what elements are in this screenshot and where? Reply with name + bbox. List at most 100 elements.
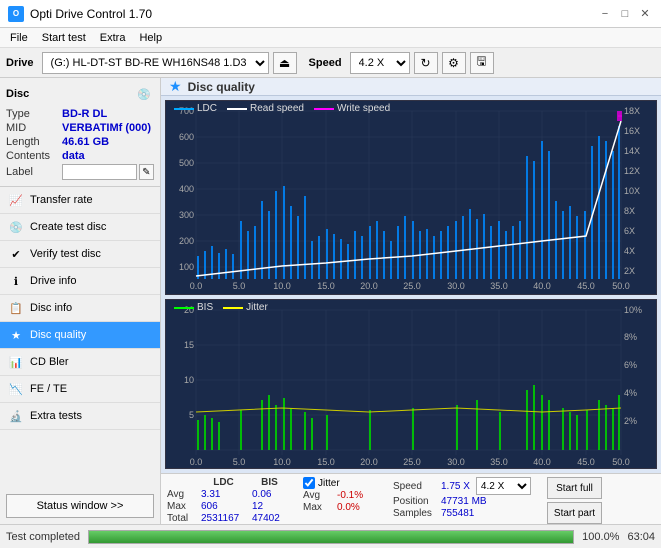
svg-text:10X: 10X (624, 186, 640, 196)
stats-headers-row: LDC BIS (167, 477, 287, 488)
extra-tests-label: Extra tests (30, 410, 82, 422)
close-button[interactable]: ✕ (637, 6, 653, 22)
jitter-checkbox[interactable] (303, 477, 315, 489)
svg-text:25.0: 25.0 (403, 457, 421, 467)
svg-text:4X: 4X (624, 246, 635, 256)
content-header-icon: ★ (169, 78, 182, 95)
svg-text:5.0: 5.0 (233, 457, 246, 467)
svg-text:2X: 2X (624, 266, 635, 276)
bottom-chart-svg: 20 15 10 5 10% 8% 6% 4% 2% (166, 300, 656, 468)
legend-bis-label: BIS (197, 302, 213, 313)
legend-ldc-label: LDC (197, 103, 217, 114)
svg-text:600: 600 (179, 132, 194, 142)
sidebar-item-drive-info[interactable]: ℹ Drive info (0, 268, 160, 295)
app-icon: O (8, 6, 24, 22)
sidebar-item-extra-tests[interactable]: 🔬 Extra tests (0, 403, 160, 430)
svg-text:18X: 18X (624, 106, 640, 116)
action-buttons: Start full Start part (547, 477, 602, 524)
legend-jitter-label: Jitter (246, 302, 268, 313)
cd-bler-label: CD Bler (30, 356, 69, 368)
svg-text:30.0: 30.0 (447, 281, 465, 291)
legend-ldc: LDC (174, 103, 217, 114)
speed-label: Speed (309, 57, 342, 69)
svg-text:40.0: 40.0 (533, 457, 551, 467)
sidebar-item-disc-quality[interactable]: ★ Disc quality (0, 322, 160, 349)
cd-bler-icon: 📊 (8, 354, 24, 370)
svg-text:12X: 12X (624, 166, 640, 176)
stats-bis-header: BIS (252, 477, 287, 488)
titlebar-title: Opti Drive Control 1.70 (30, 7, 152, 21)
svg-text:10%: 10% (624, 305, 642, 315)
titlebar: O Opti Drive Control 1.70 − □ ✕ (0, 0, 661, 28)
sidebar-item-fe-te[interactable]: 📉 FE / TE (0, 376, 160, 403)
disc-quality-label: Disc quality (30, 329, 86, 341)
sidebar: Disc 💿 Type BD-R DL MID VERBATIMf (000) … (0, 78, 161, 524)
disc-label-input[interactable] (62, 164, 137, 180)
drive-select[interactable]: (G:) HL-DT-ST BD-RE WH16NS48 1.D3 (42, 52, 269, 74)
main-layout: Disc 💿 Type BD-R DL MID VERBATIMf (000) … (0, 78, 661, 524)
refresh-button[interactable]: ↻ (414, 52, 438, 74)
speed-key: Speed (393, 481, 435, 492)
stats-max-label: Max (167, 501, 195, 512)
jitter-color-swatch (223, 307, 243, 309)
menu-starttest[interactable]: Start test (36, 31, 92, 45)
svg-text:35.0: 35.0 (490, 281, 508, 291)
minimize-button[interactable]: − (597, 6, 613, 22)
disc-label-edit-button[interactable]: ✎ (139, 164, 154, 180)
stats-ldc-header: LDC (201, 477, 246, 488)
sidebar-item-create-test-disc[interactable]: 💿 Create test disc (0, 214, 160, 241)
jitter-max-val: 0.0% (337, 502, 377, 513)
stats-max-ldc: 606 (201, 501, 246, 512)
svg-text:45.0: 45.0 (577, 281, 595, 291)
eject-button[interactable]: ⏏ (273, 52, 297, 74)
status-window-button[interactable]: Status window >> (6, 494, 154, 518)
stats-max-bis: 12 (252, 501, 287, 512)
content-title: Disc quality (188, 80, 255, 94)
legend-bis: BIS (174, 302, 213, 313)
disc-type-row: Type BD-R DL (6, 108, 154, 120)
menu-file[interactable]: File (4, 31, 34, 45)
svg-text:10: 10 (184, 375, 194, 385)
disc-section: Disc 💿 Type BD-R DL MID VERBATIMf (000) … (0, 78, 160, 187)
svg-text:200: 200 (179, 236, 194, 246)
create-test-disc-label: Create test disc (30, 221, 106, 233)
stats-bar: LDC BIS Avg 3.31 0.06 Max 606 12 Total 2… (161, 473, 661, 524)
sidebar-item-verify-test-disc[interactable]: ✔ Verify test disc (0, 241, 160, 268)
svg-text:10.0: 10.0 (273, 457, 291, 467)
readspeed-color-swatch (227, 108, 247, 110)
svg-text:15.0: 15.0 (317, 281, 335, 291)
start-full-button[interactable]: Start full (547, 477, 602, 499)
stats-total-ldc: 2531167 (201, 513, 246, 524)
speed-select2[interactable]: 4.2 X (476, 477, 531, 495)
svg-text:50.0: 50.0 (612, 281, 630, 291)
svg-text:50.0: 50.0 (612, 457, 630, 467)
start-part-button[interactable]: Start part (547, 502, 602, 524)
stats-avg-label: Avg (167, 489, 195, 500)
svg-text:0.0: 0.0 (190, 281, 203, 291)
disc-icon: 💿 (134, 84, 154, 104)
content-header: ★ Disc quality (161, 78, 661, 96)
jitter-label: Jitter (318, 478, 340, 489)
speed-val: 1.75 X (441, 481, 470, 492)
transfer-rate-label: Transfer rate (30, 194, 93, 206)
menu-help[interactable]: Help (133, 31, 168, 45)
sidebar-item-disc-info[interactable]: 📋 Disc info (0, 295, 160, 322)
top-chart: LDC Read speed Write speed (165, 100, 657, 295)
maximize-button[interactable]: □ (617, 6, 633, 22)
settings-button[interactable]: ⚙ (442, 52, 466, 74)
sidebar-item-transfer-rate[interactable]: 📈 Transfer rate (0, 187, 160, 214)
menu-extra[interactable]: Extra (94, 31, 132, 45)
progress-bar (89, 531, 573, 543)
position-val: 47731 MB (441, 496, 487, 507)
time-text: 63:04 (627, 531, 655, 543)
disc-header: Disc 💿 (6, 84, 154, 104)
top-chart-legend: LDC Read speed Write speed (174, 103, 390, 114)
sidebar-item-cd-bler[interactable]: 📊 CD Bler (0, 349, 160, 376)
stats-avg-bis: 0.06 (252, 489, 287, 500)
speed-select[interactable]: 4.2 X (350, 52, 410, 74)
svg-text:5: 5 (189, 410, 194, 420)
position-key: Position (393, 496, 435, 507)
ldc-color-swatch (174, 108, 194, 110)
info-button2[interactable]: 🖫 (470, 52, 494, 74)
svg-text:400: 400 (179, 184, 194, 194)
